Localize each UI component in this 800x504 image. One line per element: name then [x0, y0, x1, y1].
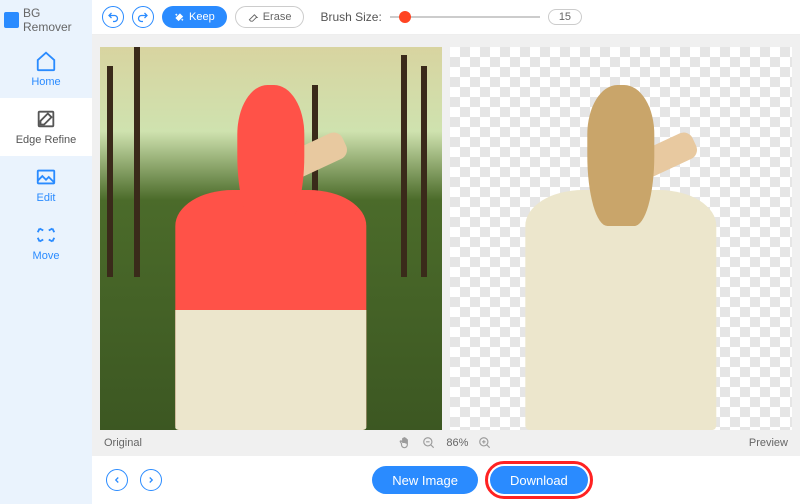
toolbar: Keep Erase Brush Size: 15	[92, 0, 800, 35]
brush-size-value: 15	[548, 9, 582, 25]
nav-label: Edit	[37, 192, 56, 204]
chevron-left-icon	[112, 475, 122, 485]
redo-button[interactable]	[132, 6, 154, 28]
zoom-percent: 86%	[446, 437, 468, 449]
edit-icon	[35, 166, 57, 188]
nav-label: Move	[33, 250, 60, 262]
brush-size-slider[interactable]	[390, 16, 540, 18]
zoom-out-icon[interactable]	[422, 436, 436, 450]
nav-item-edit[interactable]: Edit	[0, 156, 92, 214]
nav-item-home[interactable]: Home	[0, 40, 92, 98]
erase-button[interactable]: Erase	[235, 6, 305, 28]
original-label: Original	[104, 437, 142, 449]
zoom-in-icon[interactable]	[478, 436, 492, 450]
app-logo-icon	[4, 12, 19, 28]
chevron-right-icon	[146, 475, 156, 485]
nav-item-move[interactable]: Move	[0, 214, 92, 272]
status-bar: Original 86% Preview	[92, 430, 800, 456]
nav-label: Edge Refine	[16, 134, 77, 146]
hand-icon[interactable]	[398, 436, 412, 450]
edge-refine-icon	[35, 108, 57, 130]
slider-knob-icon	[399, 11, 411, 23]
new-image-button[interactable]: New Image	[372, 466, 478, 494]
wand-icon	[174, 12, 185, 23]
home-icon	[35, 50, 57, 72]
keep-button[interactable]: Keep	[162, 6, 227, 28]
app-title: BG Remover	[0, 0, 92, 40]
redo-icon	[137, 11, 149, 23]
move-icon	[35, 224, 57, 246]
nav-item-edge-refine[interactable]: Edge Refine	[0, 98, 92, 156]
download-button[interactable]: Download	[490, 466, 588, 494]
keep-label: Keep	[189, 11, 215, 23]
preview-panel[interactable]	[450, 47, 792, 430]
preview-label: Preview	[749, 437, 788, 449]
prev-button[interactable]	[106, 469, 128, 491]
eraser-icon	[248, 12, 259, 23]
sidebar: BG Remover Home Edge Refine Edit Move	[0, 0, 92, 504]
erase-label: Erase	[263, 11, 292, 23]
canvas-area	[92, 35, 800, 430]
next-button[interactable]	[140, 469, 162, 491]
nav-label: Home	[31, 76, 60, 88]
undo-icon	[107, 11, 119, 23]
original-panel[interactable]	[100, 47, 442, 430]
app-name: BG Remover	[23, 6, 88, 34]
brush-size-label: Brush Size:	[320, 10, 381, 24]
undo-button[interactable]	[102, 6, 124, 28]
footer: New Image Download	[92, 456, 800, 504]
